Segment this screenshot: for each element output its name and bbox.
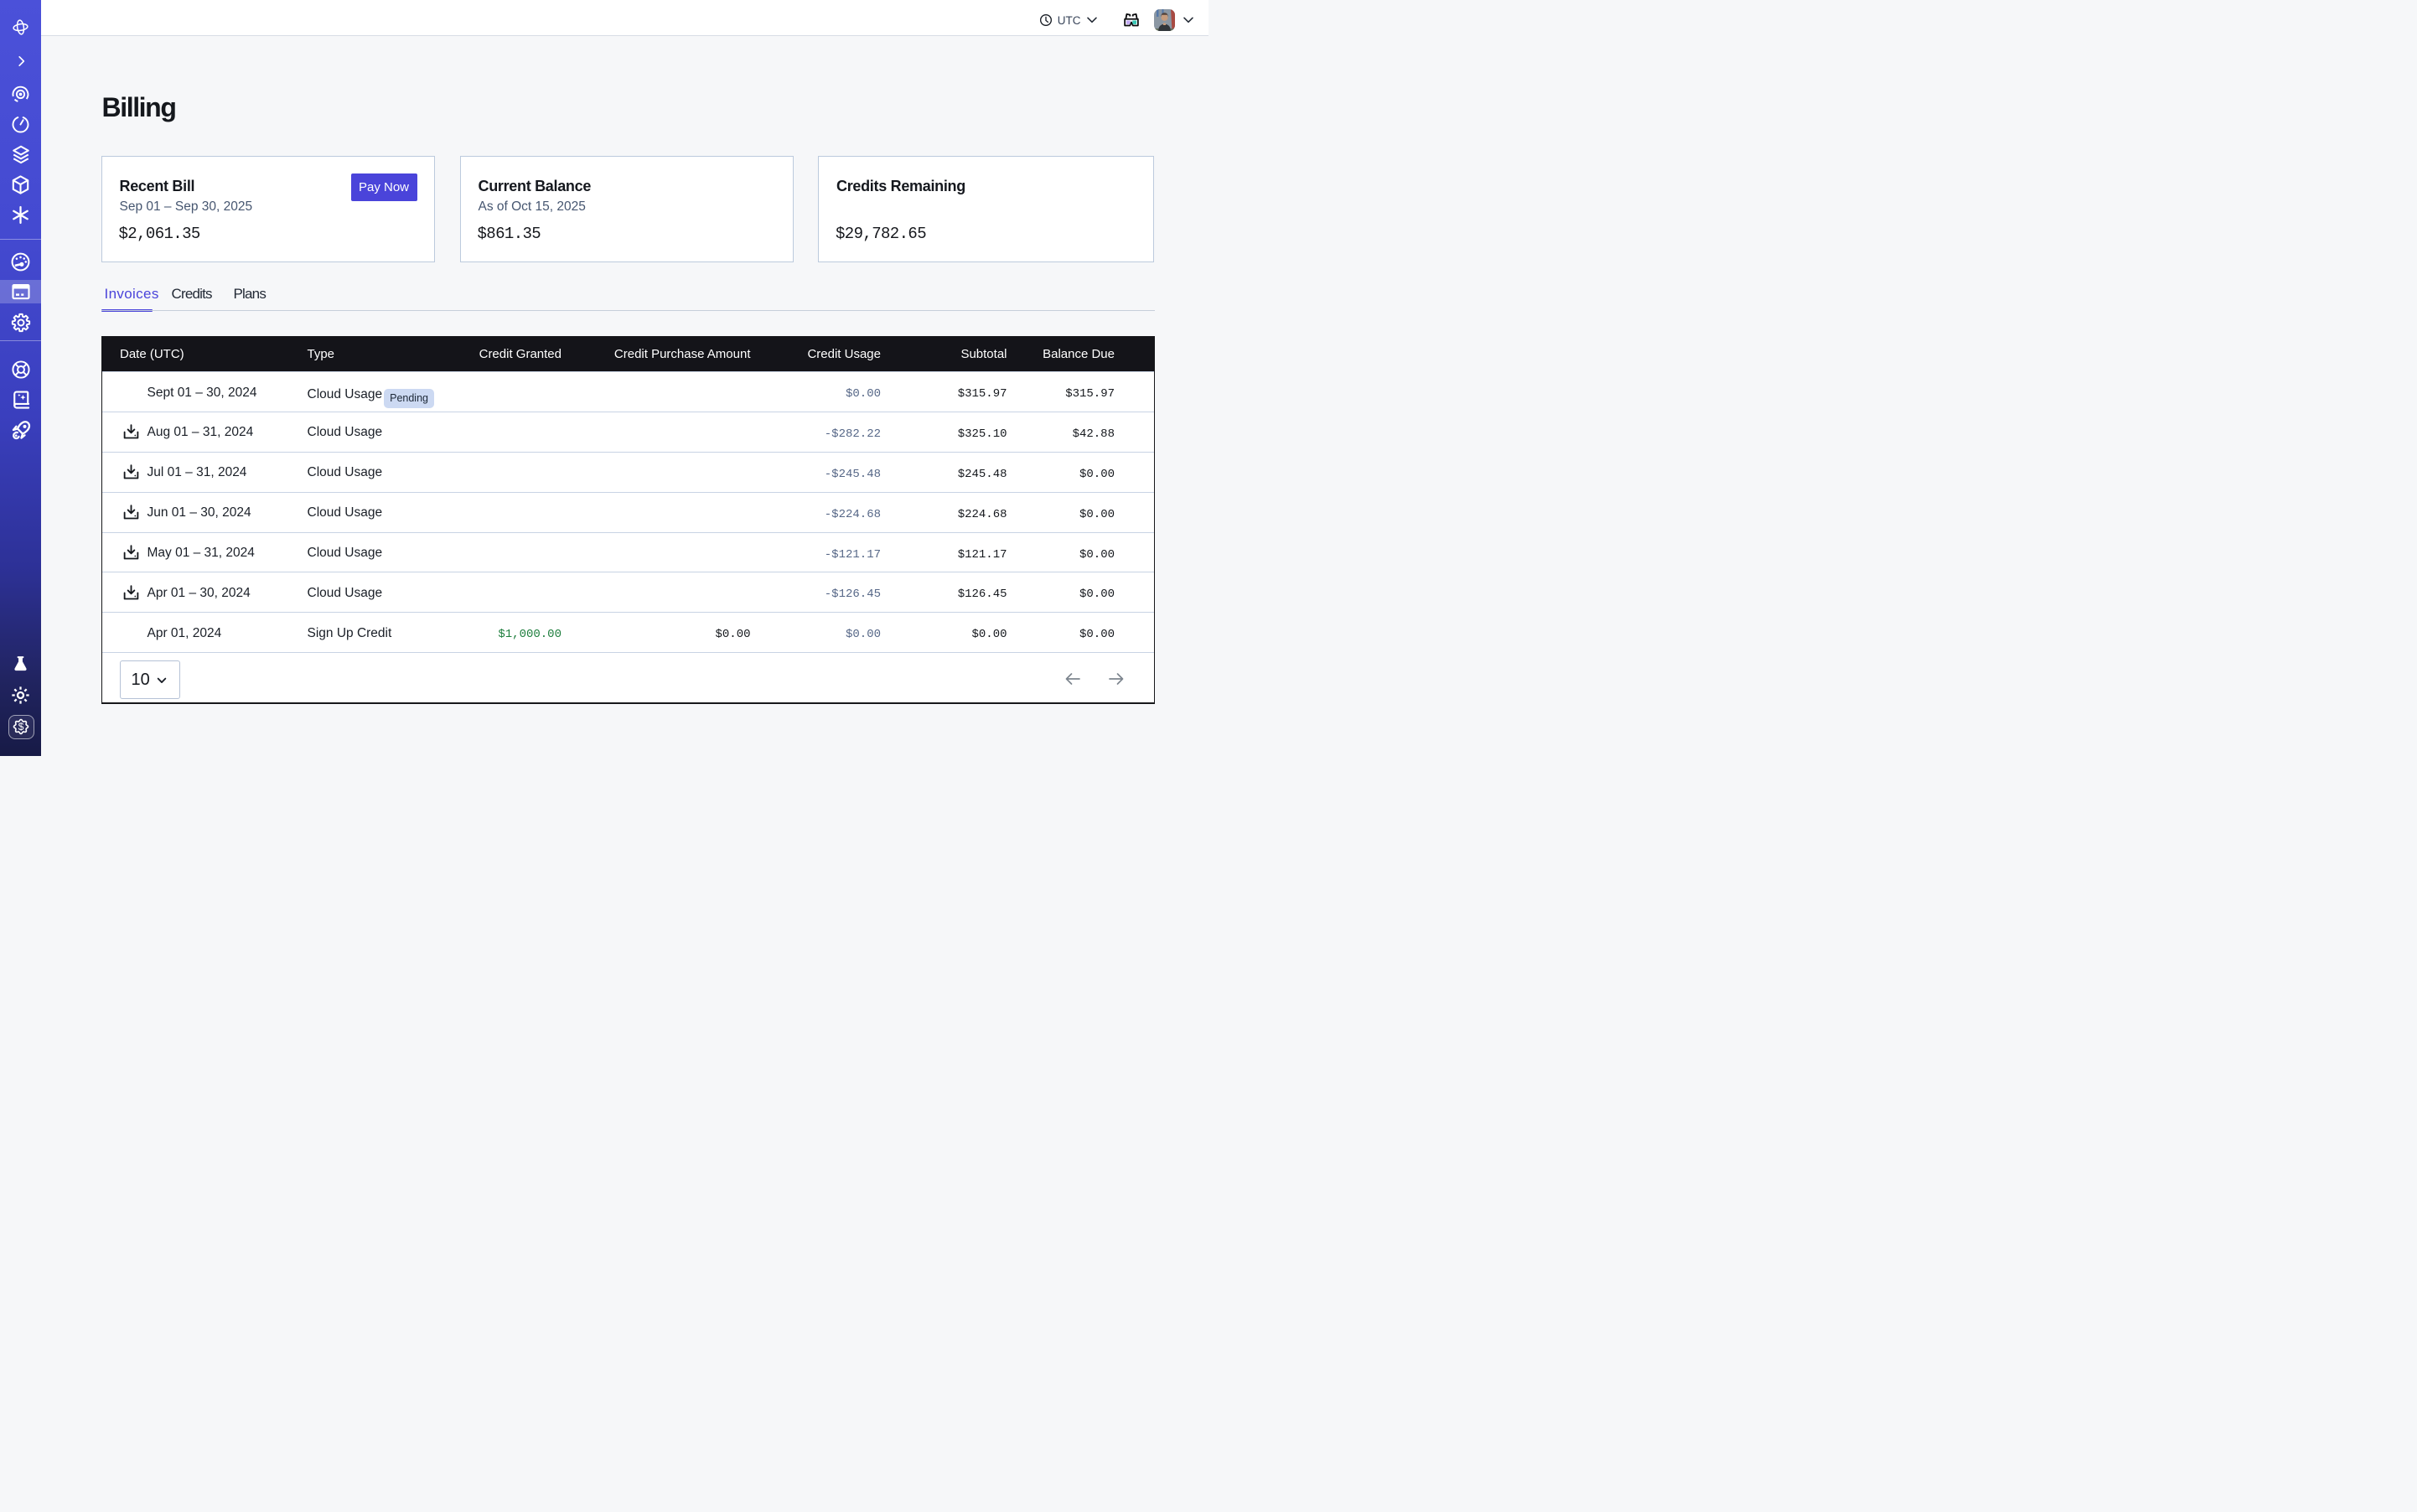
svg-text:$: $ (18, 721, 24, 733)
